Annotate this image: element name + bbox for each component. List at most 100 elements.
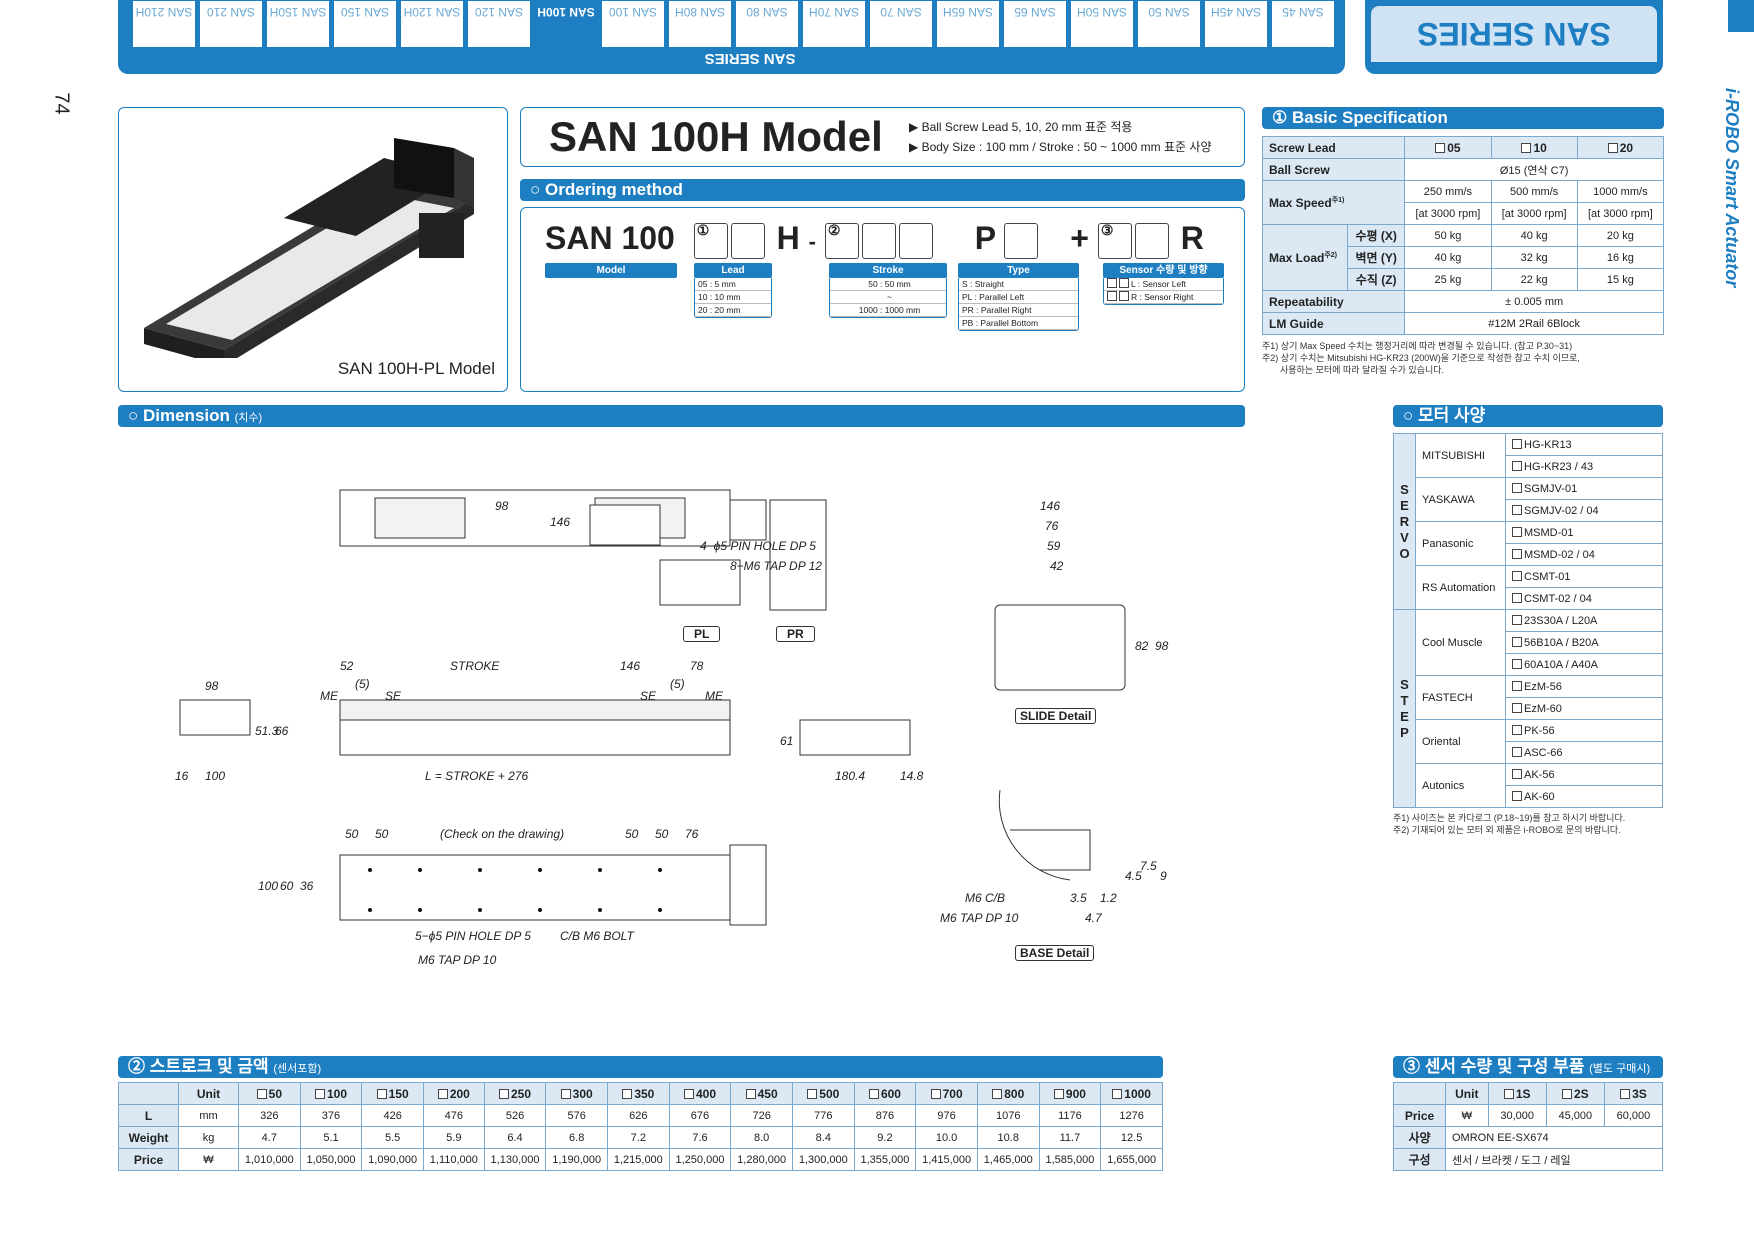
load-z-10: 22 kg (1490, 268, 1578, 291)
series-tab[interactable]: SAN 100H (534, 0, 598, 48)
option-item: 10 : 10 mm (695, 291, 771, 304)
sensor-box-1[interactable]: ③ (1097, 222, 1132, 259)
motor-brand: Cool Muscle (1415, 609, 1506, 676)
stroke-checkbox[interactable] (622, 1088, 633, 1099)
checkbox[interactable] (1107, 291, 1117, 301)
series-tab[interactable]: SAN 80H (668, 0, 732, 48)
stroke-checkbox[interactable] (745, 1088, 756, 1099)
motor-row: Oriental PK-56 (1394, 719, 1663, 764)
repeatability-label: Repeatability (1261, 290, 1406, 313)
max-load-label: Max Load주2) (1262, 224, 1348, 291)
motor-checkbox[interactable] (1512, 592, 1522, 603)
dim-100b: 100 (258, 879, 278, 893)
pr-label: PR (776, 626, 815, 642)
stroke-checkbox[interactable] (560, 1088, 571, 1099)
motor-checkbox[interactable] (1512, 504, 1522, 515)
price-cell: 6.8 (545, 1126, 608, 1149)
slide-detail-label: SLIDE Detail (1015, 708, 1097, 724)
checkbox[interactable] (1119, 291, 1129, 301)
stroke-checkbox[interactable] (376, 1088, 387, 1099)
series-tab[interactable]: SAN 45 (1271, 0, 1335, 48)
series-tab[interactable]: SAN 70 (869, 0, 933, 48)
dim-50a: 50 (345, 827, 359, 841)
repeatability-value: ± 0.005 mm (1404, 290, 1664, 313)
series-tab[interactable]: SAN 120H (400, 0, 464, 48)
dim-stroke: STROKE (450, 659, 500, 673)
stroke-col: 100 (299, 1082, 363, 1105)
motor-checkbox[interactable] (1512, 570, 1522, 581)
series-tab[interactable]: SAN 150 (333, 0, 397, 48)
motor-checkbox[interactable] (1512, 614, 1522, 625)
stroke-checkbox[interactable] (499, 1088, 509, 1099)
dim-59: 59 (1047, 539, 1061, 553)
stroke-checkbox[interactable] (1053, 1088, 1064, 1099)
type-box[interactable] (1004, 222, 1039, 259)
stroke-box-1[interactable]: ② (824, 222, 859, 259)
motor-model: 23S30A / L20A (1505, 609, 1663, 632)
price-blank (118, 1082, 179, 1105)
lead-label: Lead (694, 263, 772, 278)
stroke-checkbox[interactable] (1112, 1088, 1123, 1099)
stroke-checkbox[interactable] (992, 1088, 1003, 1099)
lead-box-2[interactable] (730, 222, 765, 259)
price-cell: 1076 (976, 1104, 1040, 1127)
series-tab[interactable]: SAN 120 (467, 0, 531, 48)
speed-05: 250 mm/s (1404, 180, 1492, 203)
dim-1-2: 1.2 (1100, 891, 1117, 905)
stroke-box-2[interactable] (861, 222, 896, 259)
stroke-checkbox[interactable] (683, 1088, 694, 1099)
motor-model: EzM-56 (1505, 675, 1663, 698)
price-row-unit: mm (178, 1104, 239, 1127)
stroke-checkbox[interactable] (437, 1088, 448, 1099)
motor-checkbox[interactable] (1512, 790, 1522, 801)
series-tab[interactable]: SAN 70H (802, 0, 866, 48)
motor-checkbox[interactable] (1512, 526, 1522, 537)
series-tab[interactable]: SAN 50 (1137, 0, 1201, 48)
motor-checkbox[interactable] (1512, 548, 1522, 559)
series-tab[interactable]: SAN 210 (199, 0, 263, 48)
motor-checkbox[interactable] (1512, 658, 1522, 669)
motor-checkbox[interactable] (1512, 460, 1522, 471)
motor-checkbox[interactable] (1512, 702, 1522, 713)
motor-checkbox[interactable] (1512, 482, 1522, 493)
stroke-box-3[interactable] (898, 222, 933, 259)
series-tab[interactable]: SAN 45H (1204, 0, 1268, 48)
motor-checkbox[interactable] (1512, 746, 1522, 757)
actuator-image (144, 138, 474, 358)
motor-checkbox[interactable] (1512, 724, 1522, 735)
motor-checkbox[interactable] (1512, 680, 1522, 691)
dim-tap: 8−M6 TAP DP 12 (730, 559, 822, 573)
stroke-checkbox[interactable] (314, 1088, 325, 1099)
stroke-checkbox[interactable] (930, 1088, 941, 1099)
dimension-header: ○ Dimension (치수) (118, 405, 1245, 427)
stroke-checkbox[interactable] (256, 1088, 267, 1099)
price-cell: 1,250,000 (668, 1148, 732, 1171)
dim-check: (Check on the drawing) (440, 827, 564, 841)
price-cell: 426 (361, 1104, 424, 1127)
load-x-label: 수평 (X) (1346, 224, 1406, 247)
motor-checkbox[interactable] (1512, 636, 1522, 647)
series-tab[interactable]: SAN 65H (936, 0, 1000, 48)
motor-checkbox[interactable] (1512, 768, 1522, 779)
load-x-10: 40 kg (1490, 224, 1578, 247)
lead-box-1[interactable]: ① (693, 222, 728, 259)
checkbox[interactable] (1119, 278, 1129, 288)
sensor-box-2[interactable] (1134, 222, 1169, 259)
dim-42: 42 (1050, 559, 1064, 573)
stroke-checkbox[interactable] (807, 1088, 818, 1099)
motor-brand: YASKAWA (1415, 477, 1506, 522)
price-row: Weight kg 4.7 5.1 5.5 5.9 6.4 6.8 7.2 7.6 8.0 8.4 9.… (118, 1126, 1163, 1149)
checkbox[interactable] (1107, 278, 1117, 288)
motor-model: EzM-60 (1505, 697, 1663, 720)
series-tab[interactable]: SAN 65 (1003, 0, 1067, 48)
series-tab[interactable]: SAN 80 (735, 0, 799, 48)
series-tab[interactable]: SAN 150H (266, 0, 330, 48)
product-title: SAN 100H Model (549, 113, 883, 160)
motor-checkbox[interactable] (1512, 438, 1522, 449)
stroke-checkbox[interactable] (868, 1088, 879, 1099)
series-tab[interactable]: SAN 210H (132, 0, 196, 48)
series-tab[interactable]: SAN 50H (1070, 0, 1134, 48)
dim-9: 9 (1160, 869, 1167, 883)
series-tab[interactable]: SAN 100 (601, 0, 665, 48)
spec-note-1: 주1) 상기 Max Speed 수치는 행정거리에 따라 변경될 수 있습니다… (1262, 341, 1573, 351)
